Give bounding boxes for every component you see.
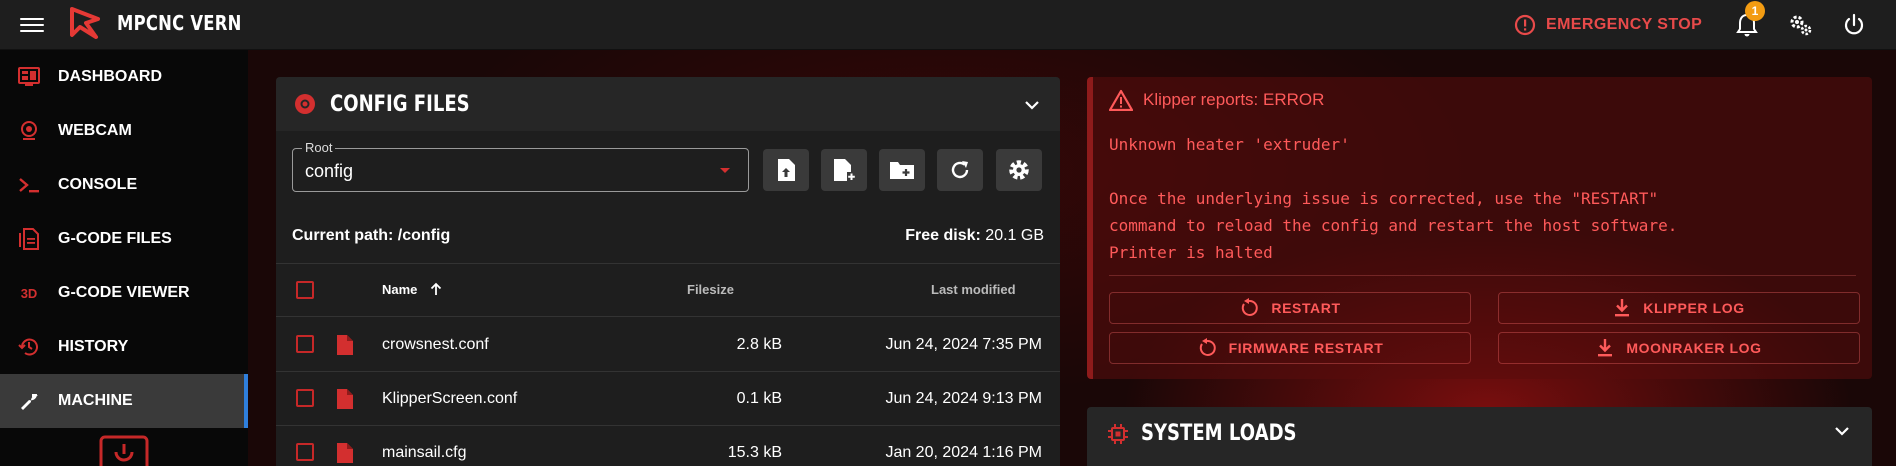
gears-icon[interactable]: [1786, 11, 1814, 39]
alert-circle-icon: [1514, 14, 1536, 36]
emergency-stop-label: EMERGENCY STOP: [1546, 16, 1703, 33]
create-file-button[interactable]: [821, 149, 867, 191]
sidebar-item-webcam[interactable]: WEBCAM: [0, 104, 248, 158]
root-select-value: config: [305, 161, 354, 181]
menu-icon[interactable]: [20, 14, 44, 36]
sidebar-item-console[interactable]: CONSOLE: [0, 158, 248, 212]
sidebar-item-label: WEBCAM: [58, 122, 132, 139]
file-modified: Jan 20, 2024 1:16 PM: [885, 444, 1042, 461]
row-checkbox[interactable]: [296, 335, 314, 353]
file-size: 15.3 kB: [727, 444, 782, 461]
sidebar-item-label: G-CODE FILES: [58, 230, 172, 247]
path-info-row: Current path: /config Free disk: 20.1 GB: [292, 227, 1044, 245]
file-modified: Jun 24, 2024 9:13 PM: [885, 390, 1042, 407]
dashboard-icon: [18, 67, 40, 86]
emergency-stop-button[interactable]: EMERGENCY STOP: [1514, 10, 1702, 40]
download-icon: [1598, 339, 1613, 357]
sidebar-item-label: HISTORY: [58, 338, 129, 355]
sidebar-item-history[interactable]: HISTORY: [0, 320, 248, 374]
free-disk: Free disk: 20.1 GB: [905, 227, 1044, 244]
refresh-button[interactable]: [937, 149, 983, 191]
klipper-error-panel: Klipper reports: ERROR Unknown heater 'e…: [1087, 77, 1872, 379]
sidebar-item-gcode-files[interactable]: G-CODE FILES: [0, 212, 248, 266]
klipper-log-button[interactable]: KLIPPER LOG: [1498, 292, 1860, 324]
settings-button[interactable]: [996, 149, 1042, 191]
file-upload-icon: [778, 159, 795, 181]
error-title: Klipper reports: ERROR: [1109, 89, 1324, 111]
column-filesize-header[interactable]: Filesize: [687, 282, 734, 297]
table-header: Name Filesize Last modified: [276, 263, 1060, 317]
refresh-icon: [951, 161, 969, 179]
table-row[interactable]: KlipperScreen.conf 0.1 kB Jun 24, 2024 9…: [276, 372, 1060, 426]
file-icon: [337, 335, 353, 355]
file-plus-icon: [834, 159, 856, 181]
panel-title: CONFIG FILES: [330, 91, 470, 117]
select-all-checkbox[interactable]: [296, 281, 314, 299]
alert-triangle-icon: [1109, 89, 1133, 111]
config-files-panel: CONFIG FILES Root config Current path: /…: [276, 77, 1060, 466]
root-select[interactable]: Root config: [292, 140, 749, 192]
arrow-up-icon: [430, 282, 442, 295]
current-path: Current path: /config: [292, 227, 451, 244]
caret-down-icon: [720, 168, 730, 173]
firmware-restart-button[interactable]: FIRMWARE RESTART: [1109, 332, 1471, 364]
root-select-label: Root: [302, 140, 336, 155]
app-title: MPCNC VERN: [117, 11, 242, 35]
power-icon[interactable]: [1840, 11, 1868, 39]
wrench-icon: [21, 394, 38, 410]
config-files-header[interactable]: CONFIG FILES: [276, 77, 1060, 131]
restart-icon: [1242, 298, 1259, 316]
sidebar-item-gcode-viewer[interactable]: 3D G-CODE VIEWER: [0, 266, 248, 320]
upload-file-button[interactable]: [763, 149, 809, 191]
divider: [1109, 275, 1856, 276]
table-row[interactable]: mainsail.cfg 15.3 kB Jan 20, 2024 1:16 P…: [276, 426, 1060, 466]
restart-icon: [1199, 338, 1216, 356]
error-message: Unknown heater 'extruder' Once the underl…: [1109, 135, 1678, 262]
download-icon: [1615, 299, 1630, 317]
create-folder-button[interactable]: [879, 149, 925, 191]
mainsail-logo-icon: [70, 7, 100, 39]
notification-badge: 1: [1745, 1, 1765, 21]
sidebar-item-machine[interactable]: MACHINE: [0, 374, 248, 428]
top-app-bar: MPCNC VERN EMERGENCY STOP 1: [0, 0, 1896, 50]
error-title-text: Klipper reports: ERROR: [1143, 90, 1325, 109]
webcam-icon: [21, 121, 37, 140]
sidebar-item-label: G-CODE VIEWER: [58, 284, 190, 301]
chip-icon: [1108, 424, 1128, 444]
gear-icon: [1009, 160, 1029, 180]
gcode-files-icon: [19, 228, 39, 250]
sidebar-item-dashboard[interactable]: DASHBOARD: [0, 50, 248, 104]
3d-icon: 3D: [20, 285, 38, 301]
sidebar-item-label: CONSOLE: [58, 176, 138, 193]
file-icon: [337, 443, 353, 463]
file-size: 0.1 kB: [736, 390, 782, 407]
brand-logo-icon: [99, 435, 149, 466]
chevron-down-icon[interactable]: [1832, 421, 1852, 441]
row-checkbox[interactable]: [296, 389, 314, 407]
column-name-header[interactable]: Name: [382, 282, 443, 297]
file-icon: [337, 389, 353, 409]
file-size: 2.8 kB: [736, 336, 782, 353]
table-row[interactable]: crowsnest.conf 2.8 kB Jun 24, 2024 7:35 …: [276, 318, 1060, 372]
system-loads-panel[interactable]: SYSTEM LOADS: [1087, 407, 1872, 466]
history-icon: [18, 338, 38, 356]
sidebar: DASHBOARD WEBCAM CONSOLE G-CODE FILES 3D…: [0, 50, 248, 466]
file-modified: Jun 24, 2024 7:35 PM: [885, 336, 1042, 353]
panel-title: SYSTEM LOADS: [1141, 421, 1297, 446]
restart-button[interactable]: RESTART: [1109, 292, 1471, 324]
chevron-down-icon[interactable]: [1022, 95, 1042, 115]
file-cog-icon: [295, 94, 315, 114]
moonraker-log-button[interactable]: MOONRAKER LOG: [1498, 332, 1860, 364]
folder-plus-icon: [890, 162, 914, 179]
column-modified-header[interactable]: Last modified: [931, 282, 1016, 297]
console-icon: [19, 178, 39, 193]
row-checkbox[interactable]: [296, 443, 314, 461]
file-name: mainsail.cfg: [382, 444, 467, 461]
sidebar-item-label: DASHBOARD: [58, 68, 162, 85]
sidebar-item-label: MACHINE: [58, 392, 133, 409]
file-name: crowsnest.conf: [382, 336, 489, 353]
file-name: KlipperScreen.conf: [382, 390, 518, 407]
